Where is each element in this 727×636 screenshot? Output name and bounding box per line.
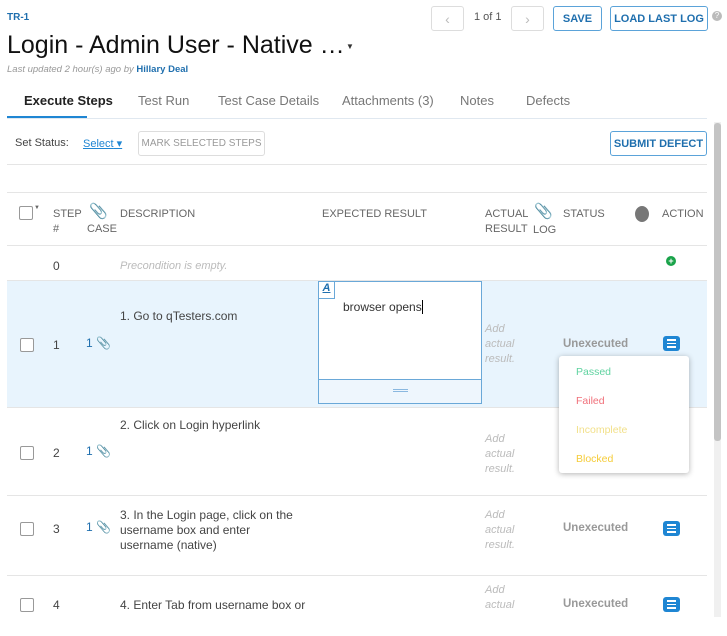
step-number: 1 bbox=[53, 338, 60, 352]
tab-test-run[interactable]: Test Run bbox=[138, 93, 189, 108]
status-select-label: Select bbox=[83, 138, 114, 150]
add-step-icon[interactable]: + bbox=[666, 256, 676, 266]
load-last-log-button[interactable]: LOAD LAST LOG bbox=[610, 6, 708, 31]
actual-result-placeholder[interactable]: Add actual result. bbox=[485, 322, 525, 367]
actual-result-placeholder[interactable]: Add actual result. bbox=[485, 508, 525, 553]
table-row: 4 4. Enter Tab from username box or Add … bbox=[7, 576, 707, 636]
step-number: 2 bbox=[53, 446, 60, 460]
select-all-checkbox[interactable] bbox=[19, 206, 33, 220]
step-number: 3 bbox=[53, 522, 60, 536]
scrollbar-thumb[interactable] bbox=[714, 123, 721, 441]
header-expected-result: EXPECTED RESULT bbox=[322, 208, 427, 220]
table-header: ▼ STEP # 📎 CASE DESCRIPTION EXPECTED RESU… bbox=[7, 193, 707, 246]
save-button[interactable]: SAVE bbox=[553, 6, 602, 31]
status-option-blocked[interactable]: Blocked bbox=[576, 453, 613, 465]
row-checkbox[interactable] bbox=[20, 338, 34, 352]
tab-execute-steps[interactable]: Execute Steps bbox=[24, 93, 113, 108]
case-attachment-count[interactable]: 1 📎 bbox=[86, 520, 111, 534]
actual-result-placeholder[interactable]: Add actual bbox=[485, 583, 525, 613]
precondition-row: 0 Precondition is empty. + bbox=[7, 246, 707, 281]
case-attachment-count[interactable]: 1 📎 bbox=[86, 444, 111, 458]
last-updated-text: Last updated 2 hour(s) ago by bbox=[7, 64, 134, 75]
table-row: 3 1 📎 3. In the Login page, click on the… bbox=[7, 496, 707, 576]
updated-by-link[interactable]: Hillary Deal bbox=[136, 64, 188, 75]
status-text: Unexecuted bbox=[563, 598, 629, 610]
divider bbox=[7, 164, 707, 165]
mark-selected-steps-button[interactable]: MARK SELECTED STEPS bbox=[138, 131, 265, 156]
page-title: Login - Admin User - Native … bbox=[7, 31, 345, 59]
title-dropdown-icon[interactable]: ▼ bbox=[346, 42, 354, 51]
expected-result-editor[interactable]: A browser opens bbox=[318, 281, 482, 404]
header-status: STATUS bbox=[563, 208, 605, 220]
tab-notes[interactable]: Notes bbox=[460, 93, 494, 108]
submit-defect-button[interactable]: SUBMIT DEFECT bbox=[610, 131, 707, 156]
header-step: STEP # bbox=[53, 208, 82, 235]
header-log: LOG bbox=[533, 224, 557, 236]
bug-icon bbox=[635, 206, 649, 222]
tab-test-case-details[interactable]: Test Case Details bbox=[218, 93, 319, 108]
tab-attachments[interactable]: Attachments (3) bbox=[342, 93, 434, 108]
set-status-label: Set Status: bbox=[15, 137, 69, 149]
status-menu-button[interactable] bbox=[663, 597, 680, 612]
status-menu-button[interactable] bbox=[663, 336, 680, 351]
actual-result-placeholder[interactable]: Add actual result. bbox=[485, 432, 525, 477]
format-text-icon[interactable]: A bbox=[319, 282, 335, 299]
status-option-incomplete[interactable]: Incomplete bbox=[576, 424, 627, 436]
status-menu-button[interactable] bbox=[663, 521, 680, 536]
paperclip-icon: 📎 bbox=[96, 444, 111, 458]
header-actual-result: ACTUAL RESULT bbox=[485, 208, 529, 235]
next-button[interactable]: › bbox=[511, 6, 544, 31]
paperclip-icon: 📎 bbox=[96, 520, 111, 534]
step-description[interactable]: 1. Go to qTesters.com bbox=[120, 309, 237, 323]
last-updated: Last updated 2 hour(s) ago by Hillary De… bbox=[7, 64, 188, 75]
pager-text: 1 of 1 bbox=[474, 11, 502, 23]
tab-defects[interactable]: Defects bbox=[526, 93, 570, 108]
step-description[interactable]: 4. Enter Tab from username box or bbox=[120, 598, 305, 612]
step-description[interactable]: 2. Click on Login hyperlink bbox=[120, 418, 260, 432]
expected-result-input[interactable]: browser opens bbox=[343, 300, 423, 314]
select-all-dropdown-icon[interactable]: ▼ bbox=[34, 205, 40, 211]
header-case: CASE bbox=[87, 223, 117, 235]
header-description: DESCRIPTION bbox=[120, 208, 196, 220]
tab-divider bbox=[7, 118, 707, 119]
status-text: Unexecuted bbox=[563, 522, 629, 534]
paperclip-icon: 📎 bbox=[96, 336, 111, 350]
status-text: Unexecuted bbox=[563, 338, 629, 350]
step-number: 0 bbox=[53, 259, 60, 273]
prev-button[interactable]: ‹ bbox=[431, 6, 464, 31]
row-checkbox[interactable] bbox=[20, 522, 34, 536]
row-checkbox[interactable] bbox=[20, 598, 34, 612]
row-checkbox[interactable] bbox=[20, 446, 34, 460]
help-icon[interactable]: ? bbox=[712, 11, 722, 21]
header-action: ACTION bbox=[662, 208, 704, 220]
status-dropdown-menu: Passed Failed Incomplete Blocked bbox=[559, 356, 689, 473]
log-paperclip-icon: 📎 bbox=[534, 203, 553, 220]
resize-handle[interactable] bbox=[319, 379, 481, 403]
status-option-passed[interactable]: Passed bbox=[576, 366, 611, 378]
step-number: 4 bbox=[53, 598, 60, 612]
precondition-text[interactable]: Precondition is empty. bbox=[120, 259, 227, 274]
case-attachment-count[interactable]: 1 📎 bbox=[86, 336, 111, 350]
step-description[interactable]: 3. In the Login page, click on the usern… bbox=[120, 508, 305, 553]
paperclip-icon: 📎 bbox=[89, 203, 108, 220]
test-run-id[interactable]: TR-1 bbox=[7, 12, 29, 23]
status-select[interactable]: Select ▾ bbox=[83, 137, 122, 150]
status-option-failed[interactable]: Failed bbox=[576, 395, 605, 407]
